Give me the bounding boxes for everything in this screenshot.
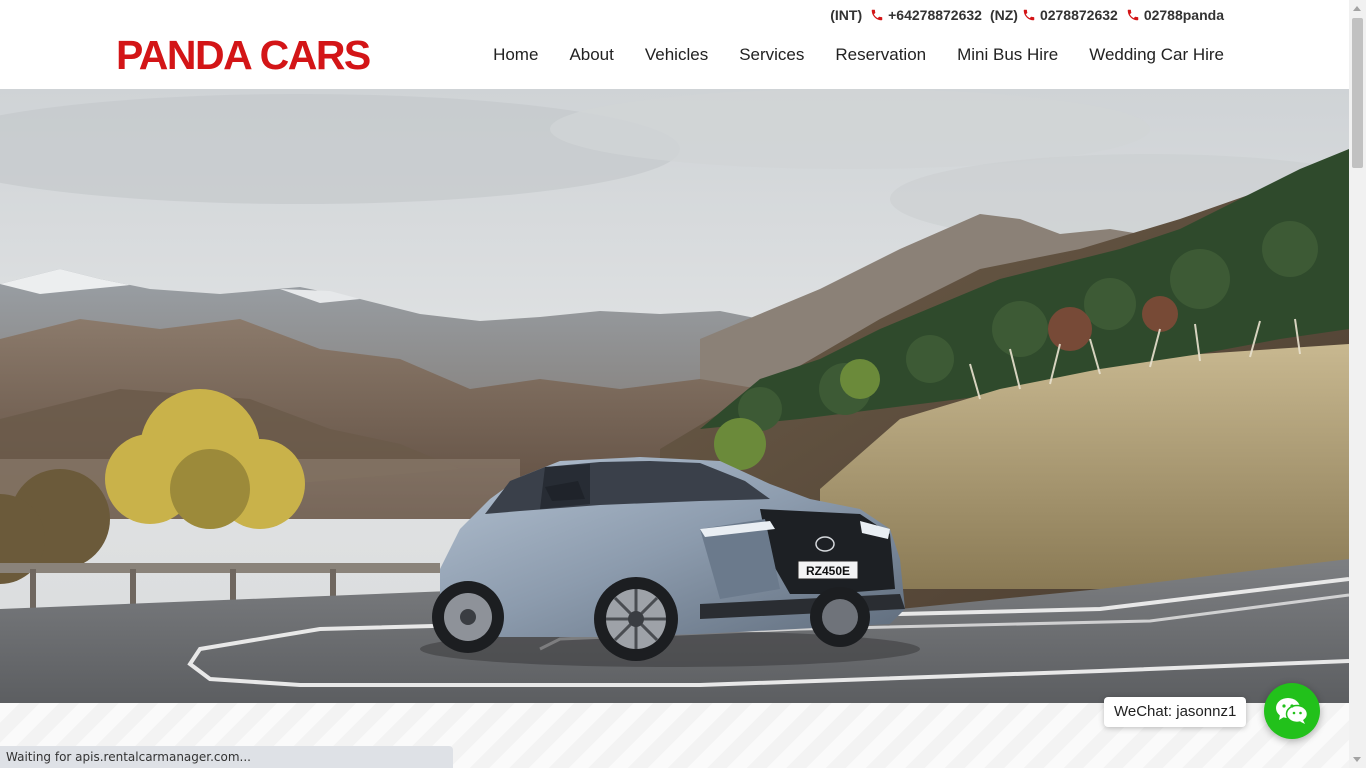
hero-image: RZ450E: [0, 89, 1349, 703]
wechat-button[interactable]: [1264, 683, 1320, 739]
nav-about[interactable]: About: [569, 44, 613, 66]
main-nav: Home About Vehicles Services Reservation…: [493, 44, 1224, 66]
nav-home[interactable]: Home: [493, 44, 538, 66]
alt-phone-number: 02788panda: [1143, 7, 1224, 23]
nz-phone-number: 0278872632: [1039, 7, 1118, 23]
site-header: PANDA CARS (INT) +64278872632 (NZ) 02788…: [0, 0, 1349, 89]
phone-icon: [1023, 9, 1035, 21]
nz-label: (NZ): [989, 7, 1018, 23]
phone-icon: [871, 9, 883, 21]
nz-phone-link[interactable]: 0278872632: [1022, 7, 1118, 23]
nav-wedding-car-hire[interactable]: Wedding Car Hire: [1089, 44, 1224, 66]
nav-vehicles[interactable]: Vehicles: [645, 44, 708, 66]
page-scrollbar[interactable]: [1349, 0, 1366, 768]
wechat-label[interactable]: WeChat: jasonnz1: [1104, 697, 1247, 727]
browser-status-bar: Waiting for apis.rentalcarmanager.com...: [0, 746, 453, 768]
scrollbar-thumb[interactable]: [1352, 18, 1363, 168]
nav-services[interactable]: Services: [739, 44, 804, 66]
page: PANDA CARS (INT) +64278872632 (NZ) 02788…: [0, 0, 1366, 768]
int-phone-link[interactable]: +64278872632: [870, 7, 982, 23]
license-plate: RZ450E: [806, 564, 850, 578]
alt-phone-link[interactable]: 02788panda: [1126, 7, 1224, 23]
contact-bar: (INT) +64278872632 (NZ) 0278872632 02788…: [830, 5, 1224, 25]
nav-mini-bus-hire[interactable]: Mini Bus Hire: [957, 44, 1058, 66]
site-logo[interactable]: PANDA CARS: [116, 32, 371, 78]
scroll-up-arrow-icon[interactable]: [1353, 6, 1361, 11]
wechat-icon: [1276, 698, 1309, 724]
int-phone-number: +64278872632: [888, 7, 982, 23]
nav-reservation[interactable]: Reservation: [835, 44, 926, 66]
phone-icon: [1127, 9, 1139, 21]
hero-banner: RZ450E: [0, 89, 1349, 703]
int-label: (INT): [830, 7, 863, 23]
scroll-down-arrow-icon[interactable]: [1353, 757, 1361, 762]
